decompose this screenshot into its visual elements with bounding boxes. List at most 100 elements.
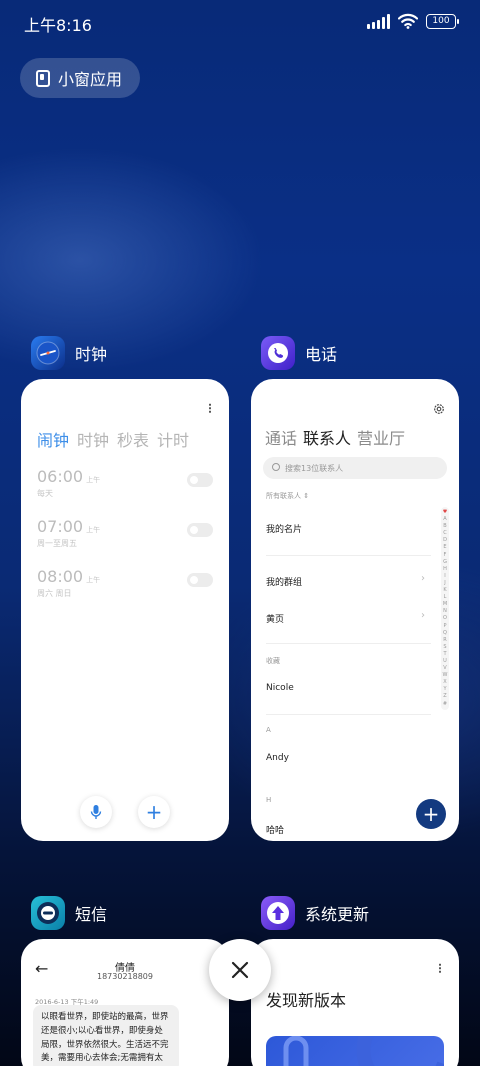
index-letter[interactable]: B <box>443 523 446 530</box>
add-contact-button[interactable]: + <box>416 799 446 829</box>
index-letter[interactable]: M <box>443 601 447 608</box>
index-letter[interactable]: W <box>443 672 448 679</box>
alarm-toggle[interactable] <box>187 473 213 487</box>
add-alarm-button[interactable]: + <box>138 796 170 828</box>
version-graphic <box>283 1033 450 1066</box>
sms-app-header[interactable]: 短信 <box>31 896 107 930</box>
chevron-right-icon: › <box>421 610 425 621</box>
more-menu-icon[interactable] <box>209 403 211 413</box>
index-letter[interactable]: C <box>443 530 447 537</box>
index-letter[interactable]: A <box>443 516 446 523</box>
phone-app-title: 电话 <box>305 345 338 364</box>
contact-row[interactable]: 哈哈 <box>266 823 284 836</box>
index-letter[interactable]: X <box>443 679 446 686</box>
clock-app-icon <box>31 336 65 370</box>
index-letter[interactable]: F <box>444 552 447 559</box>
section-letter-h: H <box>266 796 272 804</box>
index-letter[interactable]: P <box>443 623 446 630</box>
update-banner <box>266 1033 450 1066</box>
small-window-label: 小窗应用 <box>58 70 123 89</box>
plus-icon: + <box>422 802 440 826</box>
phone-app-icon <box>261 336 295 370</box>
index-letter[interactable]: I <box>444 573 445 580</box>
alarm-repeat: 每天 <box>37 489 53 498</box>
small-window-apps-button[interactable]: 小窗应用 <box>20 58 141 98</box>
index-letter[interactable]: # <box>443 701 447 708</box>
alarm-ampm: 上午 <box>86 526 101 534</box>
alarm-repeat: 周一至周五 <box>37 539 77 548</box>
microphone-icon <box>90 805 102 819</box>
index-letter[interactable]: L <box>444 594 447 601</box>
chevron-right-icon: › <box>421 573 425 584</box>
my-groups-row[interactable]: 我的群组 <box>266 575 302 588</box>
yellow-pages-row[interactable]: 黄页 <box>266 612 284 625</box>
contact-row[interactable]: Andy <box>266 753 289 763</box>
index-letter[interactable]: U <box>443 658 447 665</box>
update-heading: 发现新版本 <box>266 991 347 1010</box>
tab-alarm[interactable]: 闹钟 <box>37 427 69 451</box>
alarm-item[interactable]: 08:00 上午 周六 周日 <box>37 567 213 599</box>
tab-calls[interactable]: 通话 <box>265 425 297 449</box>
divider <box>266 714 431 715</box>
update-app-card[interactable]: 发现新版本 <box>251 939 459 1066</box>
sms-app-card[interactable]: ← 倩倩 18730218809 2016-6-13 下午1:49 以眼看世界，… <box>21 939 229 1066</box>
tab-clock[interactable]: 时钟 <box>77 427 109 451</box>
alarm-item[interactable]: 06:00 上午 每天 <box>37 467 213 499</box>
alarm-toggle[interactable] <box>187 523 213 537</box>
index-letter[interactable]: D <box>443 537 447 544</box>
index-letter[interactable]: Y <box>443 686 446 693</box>
index-letter[interactable]: ♥ <box>443 509 447 516</box>
contact-row[interactable]: Nicole <box>266 683 294 693</box>
alphabet-index-bar[interactable]: ♥ A B C D E F G H I J K L M N O P Q R S T U V W X Y Z # <box>441 507 449 710</box>
alarm-time: 06:00 <box>37 467 84 486</box>
alarm-toggle[interactable] <box>187 573 213 587</box>
index-letter[interactable]: T <box>443 651 446 658</box>
index-letter[interactable]: K <box>443 587 446 594</box>
plus-icon: + <box>145 800 163 824</box>
index-letter[interactable]: N <box>443 608 447 615</box>
section-letter-a: A <box>266 726 271 734</box>
index-letter[interactable]: G <box>443 559 447 566</box>
index-letter[interactable]: H <box>443 566 447 573</box>
divider <box>266 555 431 556</box>
close-icon <box>231 961 249 979</box>
index-letter[interactable]: R <box>443 637 446 644</box>
clock-tabs: 闹钟 时钟 秒表 计时 <box>37 427 189 451</box>
message-bubble[interactable]: 以眼看世界，即使站的最高，世界还是很小;以心看世界，即使身处局限，世界依然很大。… <box>33 1005 179 1066</box>
index-letter[interactable]: S <box>443 644 446 651</box>
tab-service-hall[interactable]: 营业厅 <box>357 425 405 449</box>
phone-app-card[interactable]: 通话 联系人 营业厅 搜索13位联系人 所有联系人 ⇕ 我的名片 我的群组 › … <box>251 379 459 841</box>
alarm-repeat: 周六 周日 <box>37 589 72 598</box>
settings-gear-icon[interactable] <box>433 403 445 415</box>
more-menu-icon[interactable] <box>439 963 441 973</box>
index-letter[interactable]: Z <box>443 693 446 700</box>
index-letter[interactable]: Q <box>443 630 447 637</box>
conversation-contact-number: 18730218809 <box>97 972 153 981</box>
tab-timer[interactable]: 计时 <box>157 427 189 451</box>
signal-icon <box>367 13 390 29</box>
sort-icon: ⇕ <box>303 492 310 500</box>
favorites-section-label: 收藏 <box>266 657 280 665</box>
voice-alarm-button[interactable] <box>80 796 112 828</box>
tab-contacts[interactable]: 联系人 <box>303 425 351 449</box>
clock-app-header[interactable]: 时钟 <box>31 336 107 370</box>
index-letter[interactable]: V <box>443 665 446 672</box>
small-window-icon <box>36 69 50 87</box>
tab-stopwatch[interactable]: 秒表 <box>117 427 149 451</box>
status-icons: 100 <box>367 13 459 29</box>
sms-app-title: 短信 <box>75 905 108 924</box>
wifi-icon <box>398 13 418 29</box>
index-letter[interactable]: J <box>444 580 445 587</box>
update-app-header[interactable]: 系统更新 <box>261 896 369 930</box>
clear-all-button[interactable] <box>209 939 271 1001</box>
alarm-item[interactable]: 07:00 上午 周一至周五 <box>37 517 213 549</box>
contact-search-input[interactable]: 搜索13位联系人 <box>263 457 447 479</box>
index-letter[interactable]: O <box>443 615 447 622</box>
my-card-row[interactable]: 我的名片 <box>266 522 302 535</box>
phone-app-header[interactable]: 电话 <box>261 336 337 370</box>
battery-icon: 100 <box>426 13 459 29</box>
update-app-title: 系统更新 <box>305 905 370 924</box>
all-contacts-filter[interactable]: 所有联系人 ⇕ <box>266 491 309 501</box>
index-letter[interactable]: E <box>443 544 446 551</box>
clock-app-card[interactable]: 闹钟 时钟 秒表 计时 06:00 上午 每天 07:00 上午 周一至周五 08:… <box>21 379 229 841</box>
